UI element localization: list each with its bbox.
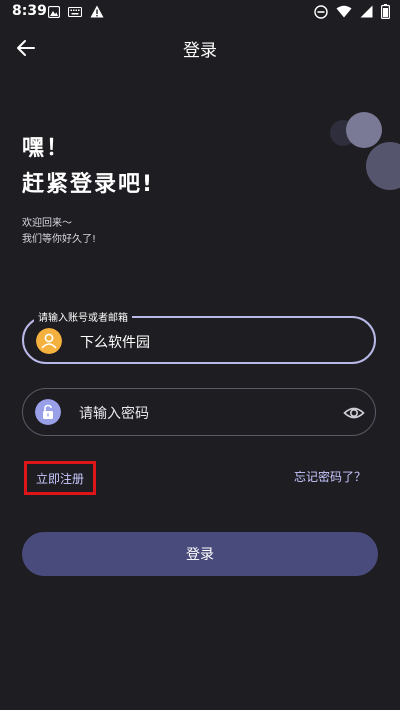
- account-input[interactable]: 下么软件园: [80, 332, 150, 352]
- user-icon: [36, 328, 62, 354]
- account-field-label: 请输入账号或者邮箱: [34, 309, 132, 324]
- waiting-text: 我们等你好久了!: [22, 234, 97, 245]
- decor-circle: [366, 142, 400, 190]
- image-icon: [48, 5, 60, 18]
- wifi-icon: [336, 5, 352, 18]
- welcome-text: 欢迎回来～: [22, 218, 72, 229]
- status-time: 8:39: [12, 3, 47, 19]
- forgot-password-link[interactable]: 忘记密码了？: [294, 468, 366, 485]
- nav-bar: 登录: [0, 28, 400, 68]
- battery-icon: [381, 4, 390, 19]
- decor-circle: [346, 112, 382, 148]
- keyboard-icon: [68, 6, 82, 17]
- account-field[interactable]: 请输入账号或者邮箱 下么软件园: [22, 309, 376, 364]
- status-bar: 8:39: [0, 0, 400, 24]
- greeting-title: 嘿！: [22, 136, 71, 161]
- login-button[interactable]: 登录: [22, 532, 378, 576]
- dnd-icon: [314, 4, 328, 19]
- register-link[interactable]: 立即注册: [24, 461, 96, 495]
- password-input[interactable]: 请输入密码: [79, 403, 149, 423]
- password-field[interactable]: 请输入密码: [22, 388, 376, 436]
- greeting-headline: 赶紧登录吧!: [22, 172, 155, 197]
- warning-icon: [90, 5, 104, 18]
- lock-icon: [35, 399, 61, 425]
- page-title: 登录: [183, 41, 217, 61]
- signal-icon: [360, 5, 373, 18]
- eye-icon[interactable]: [343, 402, 365, 424]
